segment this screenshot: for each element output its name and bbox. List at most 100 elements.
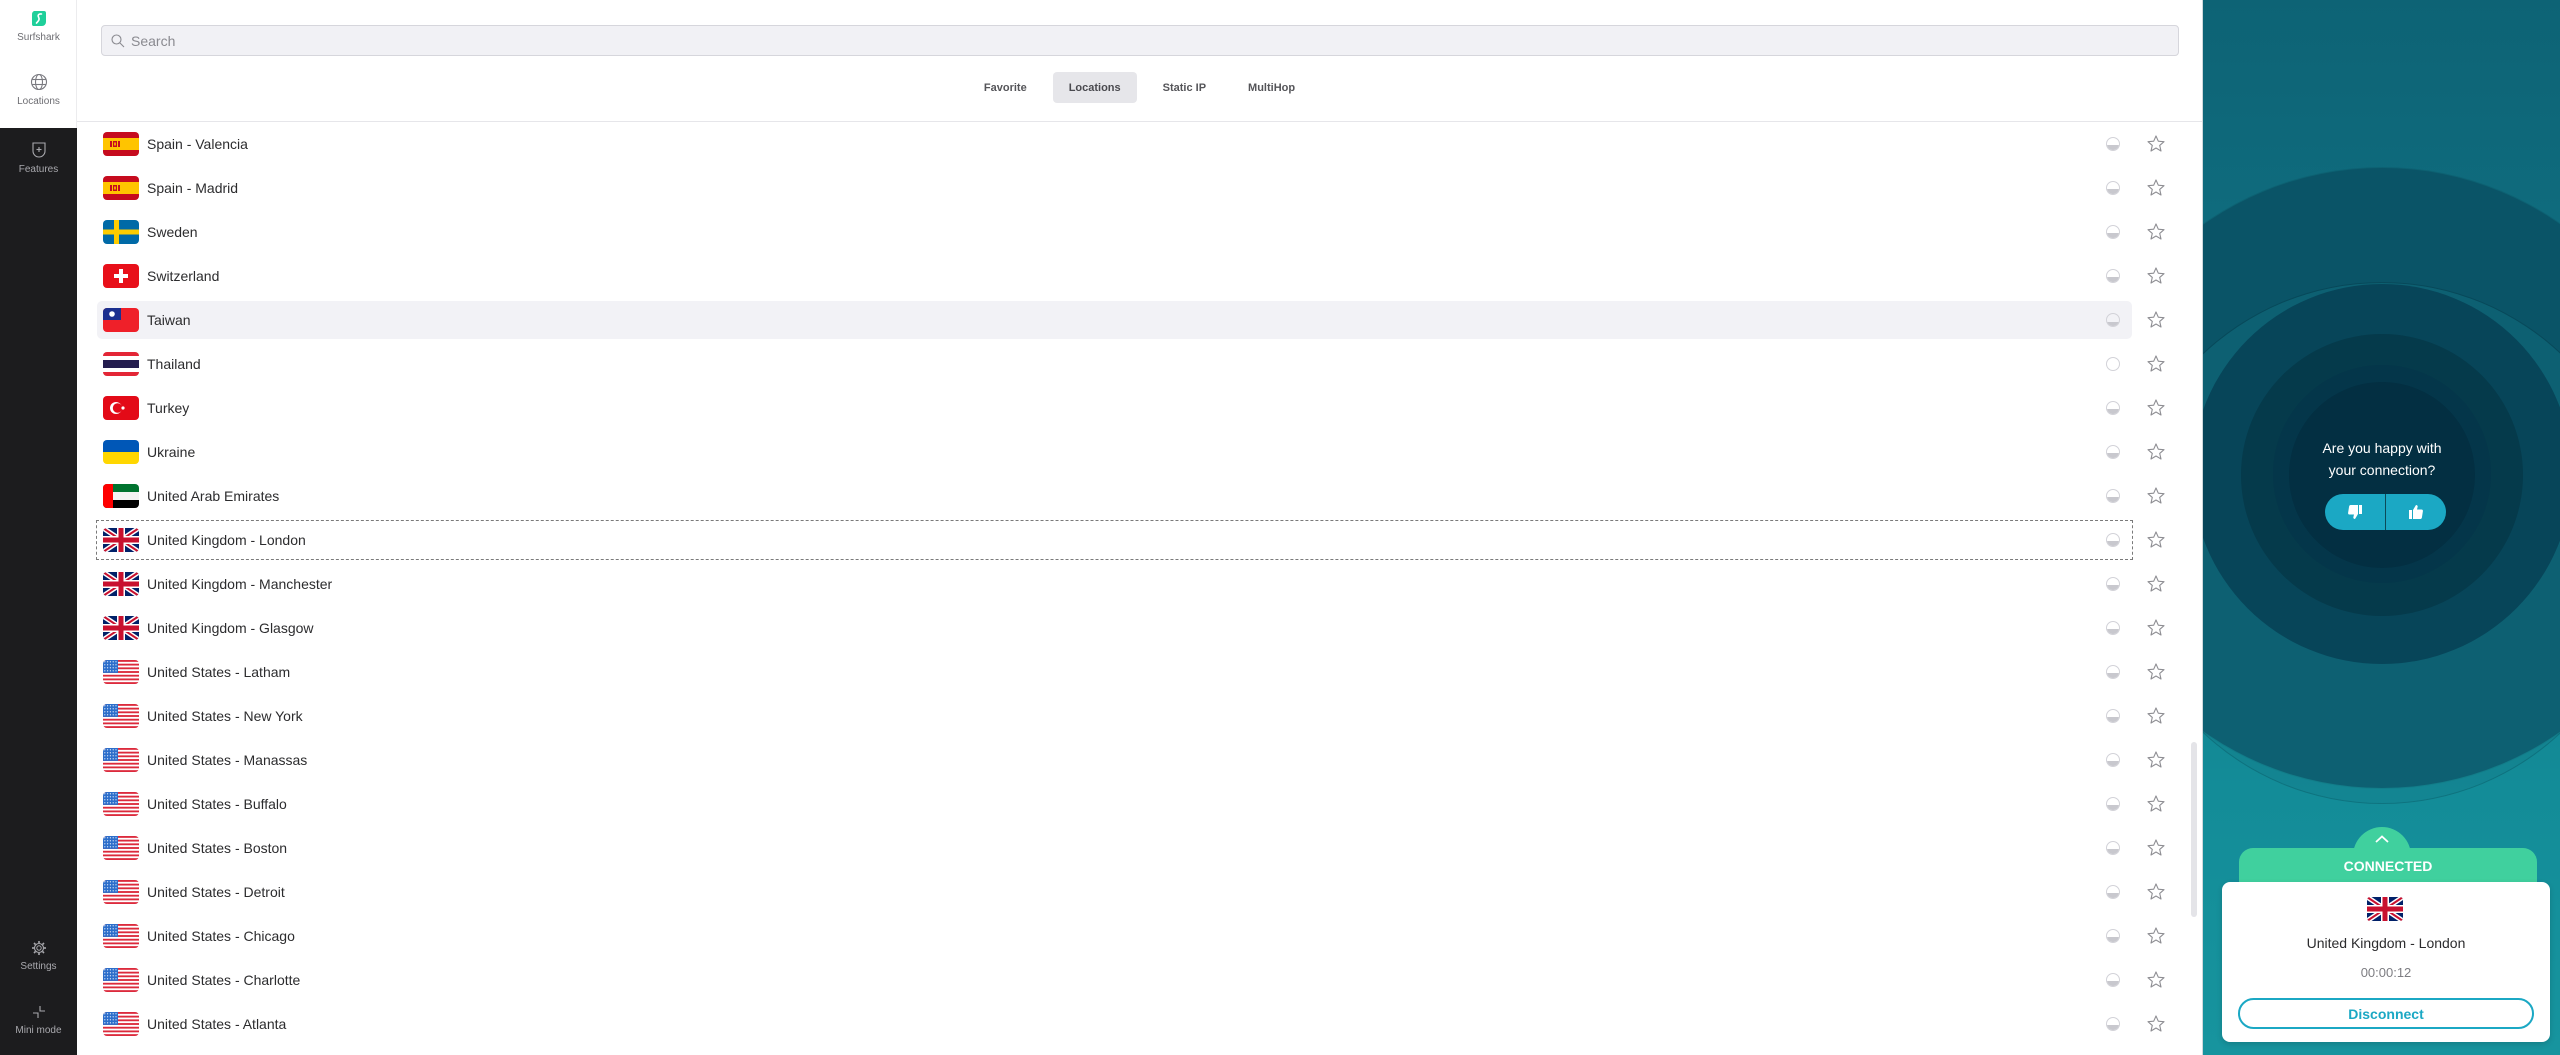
location-name: Taiwan — [147, 312, 191, 328]
favorite-button[interactable] — [2146, 970, 2166, 990]
server-load-icon — [2106, 841, 2120, 855]
location-row[interactable]: United States - Latham — [97, 653, 2165, 691]
chevron-up-icon — [2375, 835, 2389, 843]
flag-us-icon — [103, 704, 139, 728]
sidebar-item-locations[interactable]: Locations — [0, 73, 77, 107]
list-scrollbar[interactable] — [2191, 742, 2197, 917]
tab-favorite[interactable]: Favorite — [968, 72, 1043, 103]
location-row[interactable]: Spain - Valencia — [97, 125, 2165, 163]
favorite-button[interactable] — [2146, 706, 2166, 726]
location-row[interactable]: United Arab Emirates — [97, 477, 2165, 515]
favorite-button[interactable] — [2146, 442, 2166, 462]
favorite-button[interactable] — [2146, 354, 2166, 374]
favorite-star-icon — [2147, 795, 2165, 812]
favorite-star-icon — [2147, 179, 2165, 196]
location-name: United States - Latham — [147, 664, 291, 680]
location-row[interactable]: United States - Boston — [97, 829, 2165, 867]
sidebar-item-surfshark[interactable]: Surfshark — [0, 10, 77, 43]
globe-icon — [30, 73, 47, 91]
favorite-star-icon — [2147, 267, 2165, 284]
favorite-button[interactable] — [2146, 838, 2166, 858]
flag-tw-icon — [103, 308, 139, 332]
favorite-star-icon — [2147, 135, 2165, 152]
favorite-star-icon — [2147, 927, 2165, 944]
tab-locations[interactable]: Locations — [1052, 72, 1137, 103]
location-row[interactable]: United States - Detroit — [97, 873, 2165, 911]
favorite-button[interactable] — [2146, 618, 2166, 638]
location-name: United States - New York — [147, 708, 303, 724]
location-row[interactable]: Spain - Madrid — [97, 169, 2165, 207]
location-row[interactable]: Sweden — [97, 213, 2165, 251]
favorite-button[interactable] — [2146, 926, 2166, 946]
server-load-icon — [2106, 577, 2120, 591]
location-row[interactable]: United States - Buffalo — [97, 785, 2165, 823]
favorite-button[interactable] — [2146, 310, 2166, 330]
location-row[interactable]: Turkey — [97, 389, 2165, 427]
favorite-button[interactable] — [2146, 178, 2166, 198]
favorite-button[interactable] — [2146, 1014, 2166, 1034]
location-row[interactable]: United States - Charlotte — [97, 961, 2165, 999]
disconnect-button[interactable]: Disconnect — [2238, 998, 2534, 1029]
favorite-button[interactable] — [2146, 134, 2166, 154]
location-row[interactable]: Switzerland — [97, 257, 2165, 295]
location-name: United States - Manassas — [147, 752, 308, 768]
sidebar-item-mini-mode[interactable]: Mini mode — [0, 1004, 77, 1036]
favorite-star-icon — [2147, 311, 2165, 328]
location-row[interactable]: Thailand — [97, 345, 2165, 383]
favorite-button[interactable] — [2146, 574, 2166, 594]
favorite-button[interactable] — [2146, 530, 2166, 550]
server-load-fill — [2107, 936, 2119, 942]
sidebar-item-settings[interactable]: Settings — [0, 940, 77, 972]
search-input[interactable] — [131, 32, 2031, 49]
tab-multihop[interactable]: MultiHop — [1232, 72, 1311, 103]
location-name: Switzerland — [147, 268, 220, 284]
server-load-fill — [2107, 188, 2119, 194]
location-name: United Kingdom - Manchester — [147, 576, 333, 592]
location-name: Ukraine — [147, 444, 196, 460]
sidebar-item-label: Features — [18, 164, 59, 175]
location-row[interactable]: Ukraine — [97, 433, 2165, 471]
favorite-star-icon — [2147, 575, 2165, 592]
search-box[interactable] — [101, 25, 2179, 56]
server-load-icon — [2106, 445, 2120, 459]
flag-us-icon — [103, 880, 139, 904]
favorite-star-icon — [2147, 883, 2165, 900]
location-row[interactable]: United Kingdom - London — [96, 520, 2165, 560]
server-load-fill — [2107, 980, 2119, 986]
server-load-fill — [2107, 276, 2119, 282]
sidebar-item-features[interactable]: Features — [0, 141, 77, 175]
location-name: United States - Boston — [147, 840, 288, 856]
favorite-button[interactable] — [2146, 222, 2166, 242]
favorite-star-icon — [2147, 223, 2165, 240]
connection-panel: Are you happy with your connection? CONN… — [2202, 0, 2560, 1055]
favorite-button[interactable] — [2146, 486, 2166, 506]
location-row[interactable]: United States - Chicago — [97, 917, 2165, 955]
location-row[interactable]: United States - Atlanta — [97, 1005, 2165, 1043]
flag-us-icon — [103, 660, 139, 684]
server-load-fill — [2107, 540, 2119, 546]
location-row[interactable]: United States - Manassas — [97, 741, 2165, 779]
favorite-button[interactable] — [2146, 662, 2166, 682]
favorite-button[interactable] — [2146, 750, 2166, 770]
server-load-fill — [2107, 716, 2119, 722]
favorite-button[interactable] — [2146, 398, 2166, 418]
thumbs-up-icon — [2409, 505, 2423, 519]
server-load-fill — [2107, 321, 2119, 326]
tab-static-ip[interactable]: Static IP — [1147, 72, 1222, 103]
location-row[interactable]: United Kingdom - Manchester — [97, 565, 2165, 603]
location-row[interactable]: United States - New York — [97, 697, 2165, 735]
location-name: United States - Charlotte — [147, 972, 301, 988]
favorite-button[interactable] — [2146, 882, 2166, 902]
location-name: Sweden — [147, 224, 198, 240]
flag-gb-icon — [103, 572, 139, 596]
location-row[interactable]: United Kingdom - Glasgow — [97, 609, 2165, 647]
server-load-fill — [2107, 408, 2119, 414]
thumbs-down-button[interactable] — [2325, 494, 2385, 530]
favorite-button[interactable] — [2146, 794, 2166, 814]
favorite-star-icon — [2147, 663, 2165, 680]
flag-tr-icon — [103, 396, 139, 420]
flag-es-icon — [103, 176, 139, 200]
location-row[interactable]: Taiwan — [97, 301, 2165, 339]
favorite-button[interactable] — [2146, 266, 2166, 286]
thumbs-up-button[interactable] — [2385, 494, 2446, 530]
